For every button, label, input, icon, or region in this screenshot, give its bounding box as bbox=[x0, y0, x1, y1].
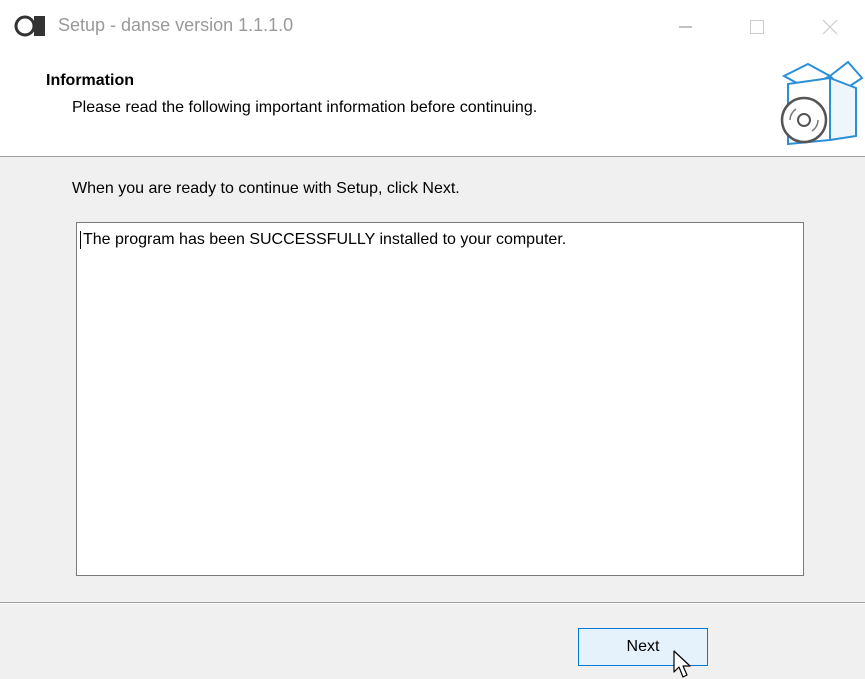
mouse-cursor-icon bbox=[673, 650, 691, 678]
footer-divider bbox=[0, 602, 865, 604]
window-title: Setup - danse version 1.1.1.0 bbox=[58, 15, 294, 35]
information-memo[interactable]: The program has been SUCCESSFULLY instal… bbox=[76, 222, 804, 576]
close-icon bbox=[822, 19, 838, 35]
page-title: Information bbox=[46, 72, 134, 89]
page-subtitle: Please read the following important info… bbox=[72, 99, 538, 116]
information-text: The program has been SUCCESSFULLY instal… bbox=[83, 231, 567, 248]
text-caret bbox=[80, 231, 81, 249]
wizard-header: Information Please read the following im… bbox=[0, 54, 865, 157]
title-bar[interactable]: Setup - danse version 1.1.1.0 bbox=[0, 0, 865, 54]
setup-window: Setup - danse version 1.1.1.0 Informatio… bbox=[0, 0, 865, 679]
minimize-button[interactable] bbox=[656, 0, 716, 54]
installer-box-icon bbox=[780, 60, 864, 146]
maximize-icon bbox=[750, 20, 764, 34]
app-icon bbox=[14, 15, 45, 37]
close-button[interactable] bbox=[800, 0, 860, 54]
instruction-text: When you are ready to continue with Setu… bbox=[72, 180, 460, 197]
minimize-icon bbox=[679, 26, 692, 28]
maximize-button[interactable] bbox=[726, 0, 786, 54]
